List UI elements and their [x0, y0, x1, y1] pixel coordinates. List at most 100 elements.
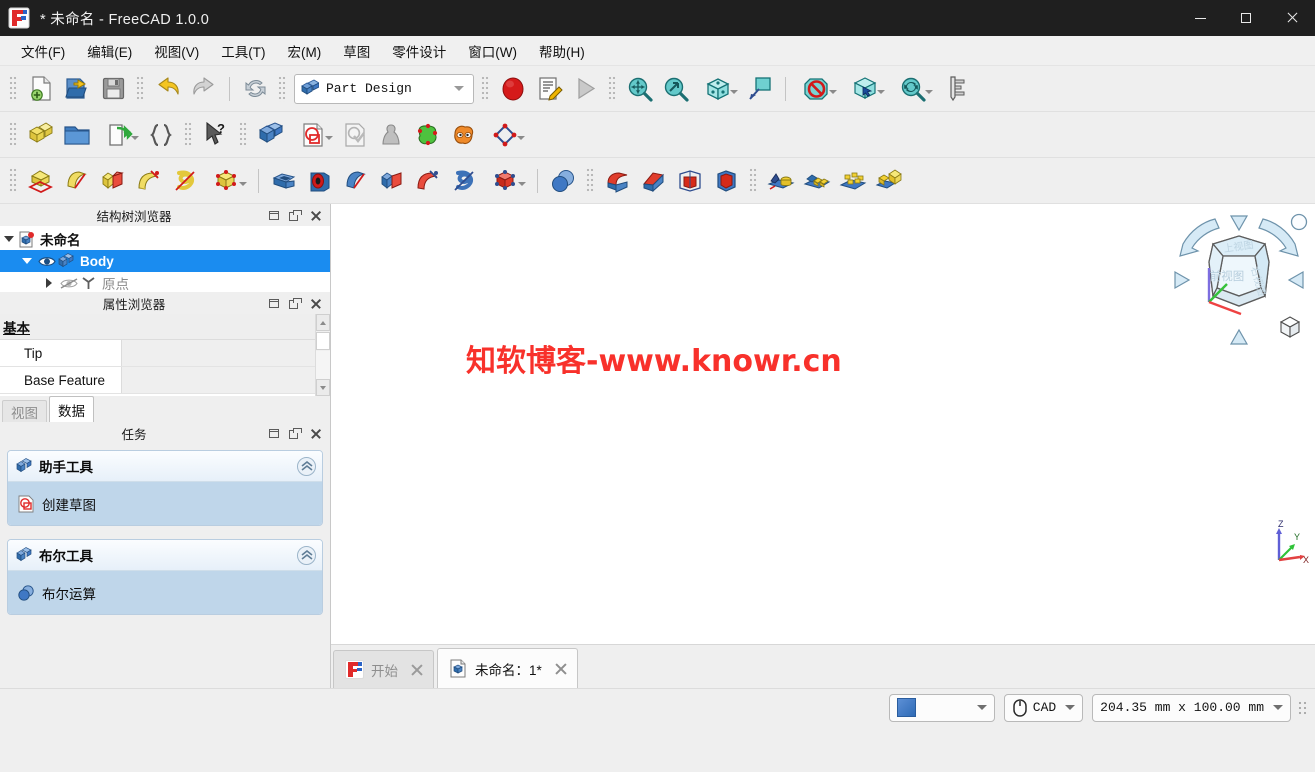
make-link-button[interactable] [95, 116, 143, 154]
fit-selection-button[interactable] [658, 70, 694, 108]
measure-button[interactable] [937, 70, 973, 108]
chevron-down-icon[interactable] [518, 181, 526, 186]
status-navigation-combo[interactable]: CAD [1003, 693, 1084, 722]
menu-sketch[interactable]: 草图 [332, 37, 381, 65]
navigation-cube[interactable]: 上视图 前视图 右视图 [1169, 210, 1309, 350]
expander-icon[interactable] [40, 278, 58, 288]
attach-shape-button[interactable] [373, 116, 409, 154]
subtractive-helix-button[interactable] [446, 162, 482, 200]
draw-style-button[interactable] [742, 70, 778, 108]
redo-button[interactable] [186, 70, 222, 108]
sync-view-button[interactable] [889, 70, 937, 108]
property-scrollbar[interactable] [315, 314, 330, 396]
status-appearance-combo[interactable] [888, 693, 995, 722]
fit-all-button[interactable] [622, 70, 658, 108]
hole-button[interactable] [302, 162, 338, 200]
tab-data[interactable]: 数据 [49, 396, 94, 422]
task-group-header[interactable]: 布尔工具 [8, 540, 322, 571]
toolbar-drag-handle-6[interactable] [9, 121, 18, 148]
create-sketch-button[interactable] [289, 116, 337, 154]
task-group-collapse-button[interactable] [297, 456, 316, 476]
multi-transform-button[interactable] [871, 162, 907, 200]
menu-window[interactable]: 窗口(W) [457, 37, 528, 65]
save-document-button[interactable] [95, 70, 131, 108]
fillet-button[interactable] [600, 162, 636, 200]
menu-edit[interactable]: 编辑(E) [76, 37, 143, 65]
scroll-down-button[interactable] [316, 379, 330, 396]
create-part-button[interactable] [23, 116, 59, 154]
revolution-button[interactable] [59, 162, 95, 200]
toolbar-drag-handle-7[interactable] [184, 121, 193, 148]
subtractive-primitive-button[interactable] [482, 162, 530, 200]
close-button[interactable] [1269, 0, 1315, 36]
property-panel-close-button[interactable] [308, 296, 323, 311]
property-row[interactable]: Tip [0, 340, 315, 367]
subtractive-loft-button[interactable] [374, 162, 410, 200]
model-tree[interactable]: 未命名 Body 原点 [0, 226, 330, 292]
tree-item-origin[interactable]: 原点 [0, 272, 330, 294]
property-value[interactable] [122, 367, 315, 393]
property-panel-collapse-button[interactable] [266, 296, 281, 311]
visibility-eye-icon[interactable] [36, 255, 58, 268]
create-body-button[interactable] [253, 116, 289, 154]
draft-button[interactable] [672, 162, 708, 200]
property-group-header[interactable]: 基本 [0, 314, 315, 340]
3d-viewport[interactable]: 知软博客-www.knowr.cn 上视图 前视图 右视图 Z Y X [331, 204, 1315, 644]
boolean-operation-button[interactable] [545, 162, 581, 200]
toolbar-drag-handle-8[interactable] [239, 121, 248, 148]
toolbar-drag-handle[interactable] [9, 75, 18, 102]
resize-grip[interactable] [1298, 700, 1309, 715]
refresh-button[interactable] [237, 70, 273, 108]
property-row[interactable]: Base Feature [0, 367, 315, 394]
chevron-down-icon[interactable] [976, 705, 987, 710]
chamfer-button[interactable] [636, 162, 672, 200]
property-panel-float-button[interactable] [287, 296, 302, 311]
macro-edit-button[interactable] [531, 70, 567, 108]
additive-pipe-button[interactable] [131, 162, 167, 200]
toolbar-drag-handle-3[interactable] [278, 75, 287, 102]
chevron-down-icon[interactable] [1273, 705, 1283, 710]
expander-icon[interactable] [18, 258, 36, 264]
mirrored-button[interactable] [763, 162, 799, 200]
status-dimension-combo[interactable]: 204.35 mm x 100.00 mm [1092, 693, 1291, 722]
chevron-down-icon[interactable] [131, 135, 139, 140]
toolbar-drag-handle-10[interactable] [586, 167, 595, 194]
menu-view[interactable]: 视图(V) [143, 37, 210, 65]
workbench-selector[interactable]: Part Design [294, 73, 474, 104]
additive-primitive-button[interactable] [203, 162, 251, 200]
tab-view[interactable]: 视图 [2, 400, 47, 422]
scroll-up-button[interactable] [316, 314, 330, 331]
chevron-down-icon[interactable] [877, 89, 885, 94]
groove-button[interactable] [338, 162, 374, 200]
property-editor[interactable]: 基本 Tip Base Feature [0, 314, 330, 396]
toolbar-drag-handle-5[interactable] [608, 75, 617, 102]
visibility-hidden-icon[interactable] [58, 277, 80, 290]
menu-macro[interactable]: 宏(M) [277, 37, 333, 65]
chevron-down-icon[interactable] [325, 135, 333, 140]
pocket-button[interactable] [266, 162, 302, 200]
create-group-button[interactable] [59, 116, 95, 154]
tasks-panel-close-button[interactable] [308, 426, 323, 441]
macro-record-button[interactable] [495, 70, 531, 108]
variable-set-button[interactable] [143, 116, 179, 154]
scrollbar-thumb[interactable] [316, 332, 330, 350]
tasks-panel-collapse-button[interactable] [266, 426, 281, 441]
menu-file[interactable]: 文件(F) [10, 37, 76, 65]
task-item-create-sketch[interactable]: 创建草图 [8, 482, 322, 525]
minimize-button[interactable] [1177, 0, 1223, 36]
maximize-button[interactable] [1223, 0, 1269, 36]
new-document-button[interactable] [23, 70, 59, 108]
datum-button[interactable] [481, 116, 529, 154]
tree-panel-collapse-button[interactable] [266, 208, 281, 223]
menu-tools[interactable]: 工具(T) [210, 37, 276, 65]
tree-item-document[interactable]: 未命名 [0, 228, 330, 250]
document-tab-start[interactable]: 开始 [333, 650, 434, 688]
expander-icon[interactable] [0, 236, 18, 242]
scrollbar-track[interactable] [316, 351, 330, 379]
shape-binder-button[interactable] [409, 116, 445, 154]
task-group-header[interactable]: 助手工具 [8, 451, 322, 482]
pad-button[interactable] [23, 162, 59, 200]
chevron-down-icon[interactable] [239, 181, 247, 186]
additive-loft-button[interactable] [95, 162, 131, 200]
tree-item-body[interactable]: Body [0, 250, 330, 272]
